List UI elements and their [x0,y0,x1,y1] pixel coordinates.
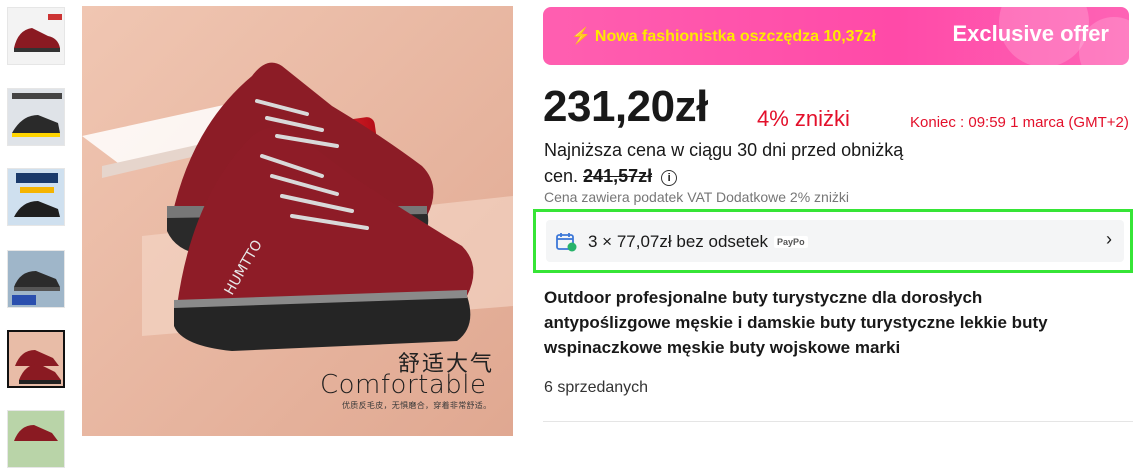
current-price: 231,20zł [543,82,708,131]
thumbnail-4[interactable] [7,250,65,308]
promo-banner[interactable]: ⚡ Nowa fashionistka oszczędza 10,37zł Exc… [543,7,1129,65]
product-title: Outdoor profesjonalne buty turystyczne d… [544,288,1048,357]
sold-count: 6 sprzedanych [544,379,649,396]
thumbnail-1[interactable] [7,7,65,65]
divider [543,421,1133,422]
thumbnail-2[interactable] [7,88,65,146]
exclusive-offer-label: Exclusive offer [952,21,1109,46]
caption-comfortable: Comfortable [320,370,487,400]
caption-subtext: 优质反毛皮，无惧磨合，穿着非常舒适。 [342,401,492,410]
thumbnail-3[interactable] [7,168,65,226]
discount-badge: 4% zniżki [757,106,850,131]
calendar-payment-icon [556,232,578,257]
lightning-icon: ⚡ [571,28,591,45]
info-icon[interactable]: i [661,170,678,186]
banner-promo-label: Nowa fashionistka oszczędza 10,37zł [594,28,876,45]
thumbnail-list [0,0,75,468]
thumbnail-6[interactable] [7,410,65,468]
installment-highlight: 3 × 77,07zł bez odsetek PayPo › [533,209,1133,273]
vat-note: Cena zawiera podatek VAT Dodatkowe 2% zn… [544,189,850,205]
banner-promo-text: ⚡ Nowa fashionistka oszczędza 10,37zł [571,26,876,46]
offer-end-time: Koniec : 09:59 1 marca (GMT+2) [910,114,1129,131]
product-main-image[interactable]: HUMTTO 舒适大气 Comfortable 优质反毛皮，无惧磨合，穿着非常舒… [82,6,513,436]
lowest-price-note: Najniższa cena w ciągu 30 dni przed obni… [544,137,904,189]
thumbnail-5[interactable] [7,330,65,388]
installment-amount: 3 × 77,07zł bez odsetek [588,232,769,251]
installment-row[interactable]: 3 × 77,07zł bez odsetek PayPo › [546,220,1124,262]
paypo-logo: PayPo [774,236,808,248]
previous-price: 241,57zł [583,166,653,186]
chevron-right-icon[interactable]: › [1106,229,1112,250]
installment-text: 3 × 77,07zł bez odsetek PayPo [588,232,808,252]
